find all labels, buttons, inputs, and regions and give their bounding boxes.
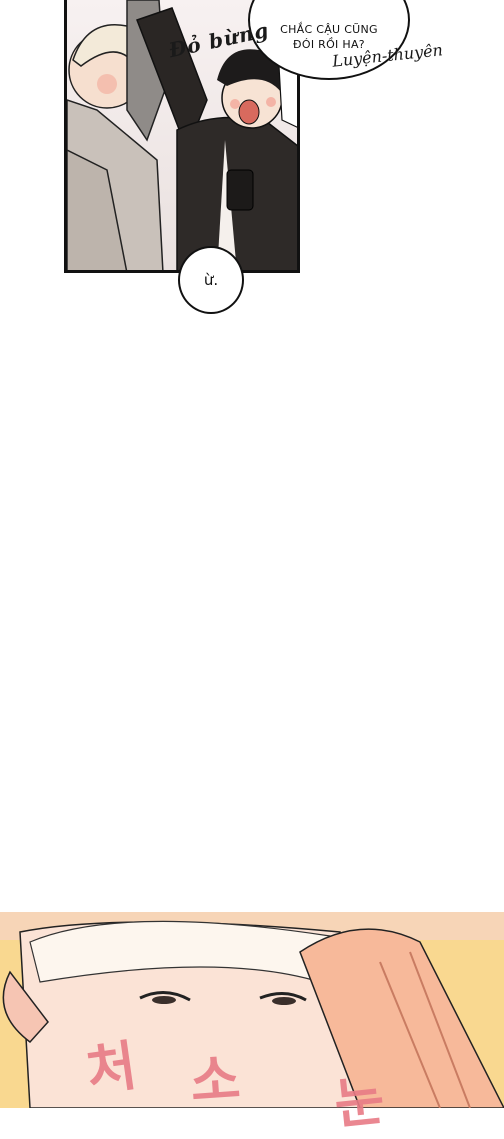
korean-sfx-3: 눈 xyxy=(331,1068,388,1137)
panel-illustration-closeup xyxy=(0,912,504,1108)
speech-line-1: CHẮC CẬU CŨNG xyxy=(280,23,378,36)
speech-bubble-reply: ừ. xyxy=(178,246,244,314)
reply-text: ừ. xyxy=(203,271,219,289)
korean-sfx-2: 소 xyxy=(188,1047,243,1114)
comic-panel-bottom xyxy=(0,912,504,1108)
